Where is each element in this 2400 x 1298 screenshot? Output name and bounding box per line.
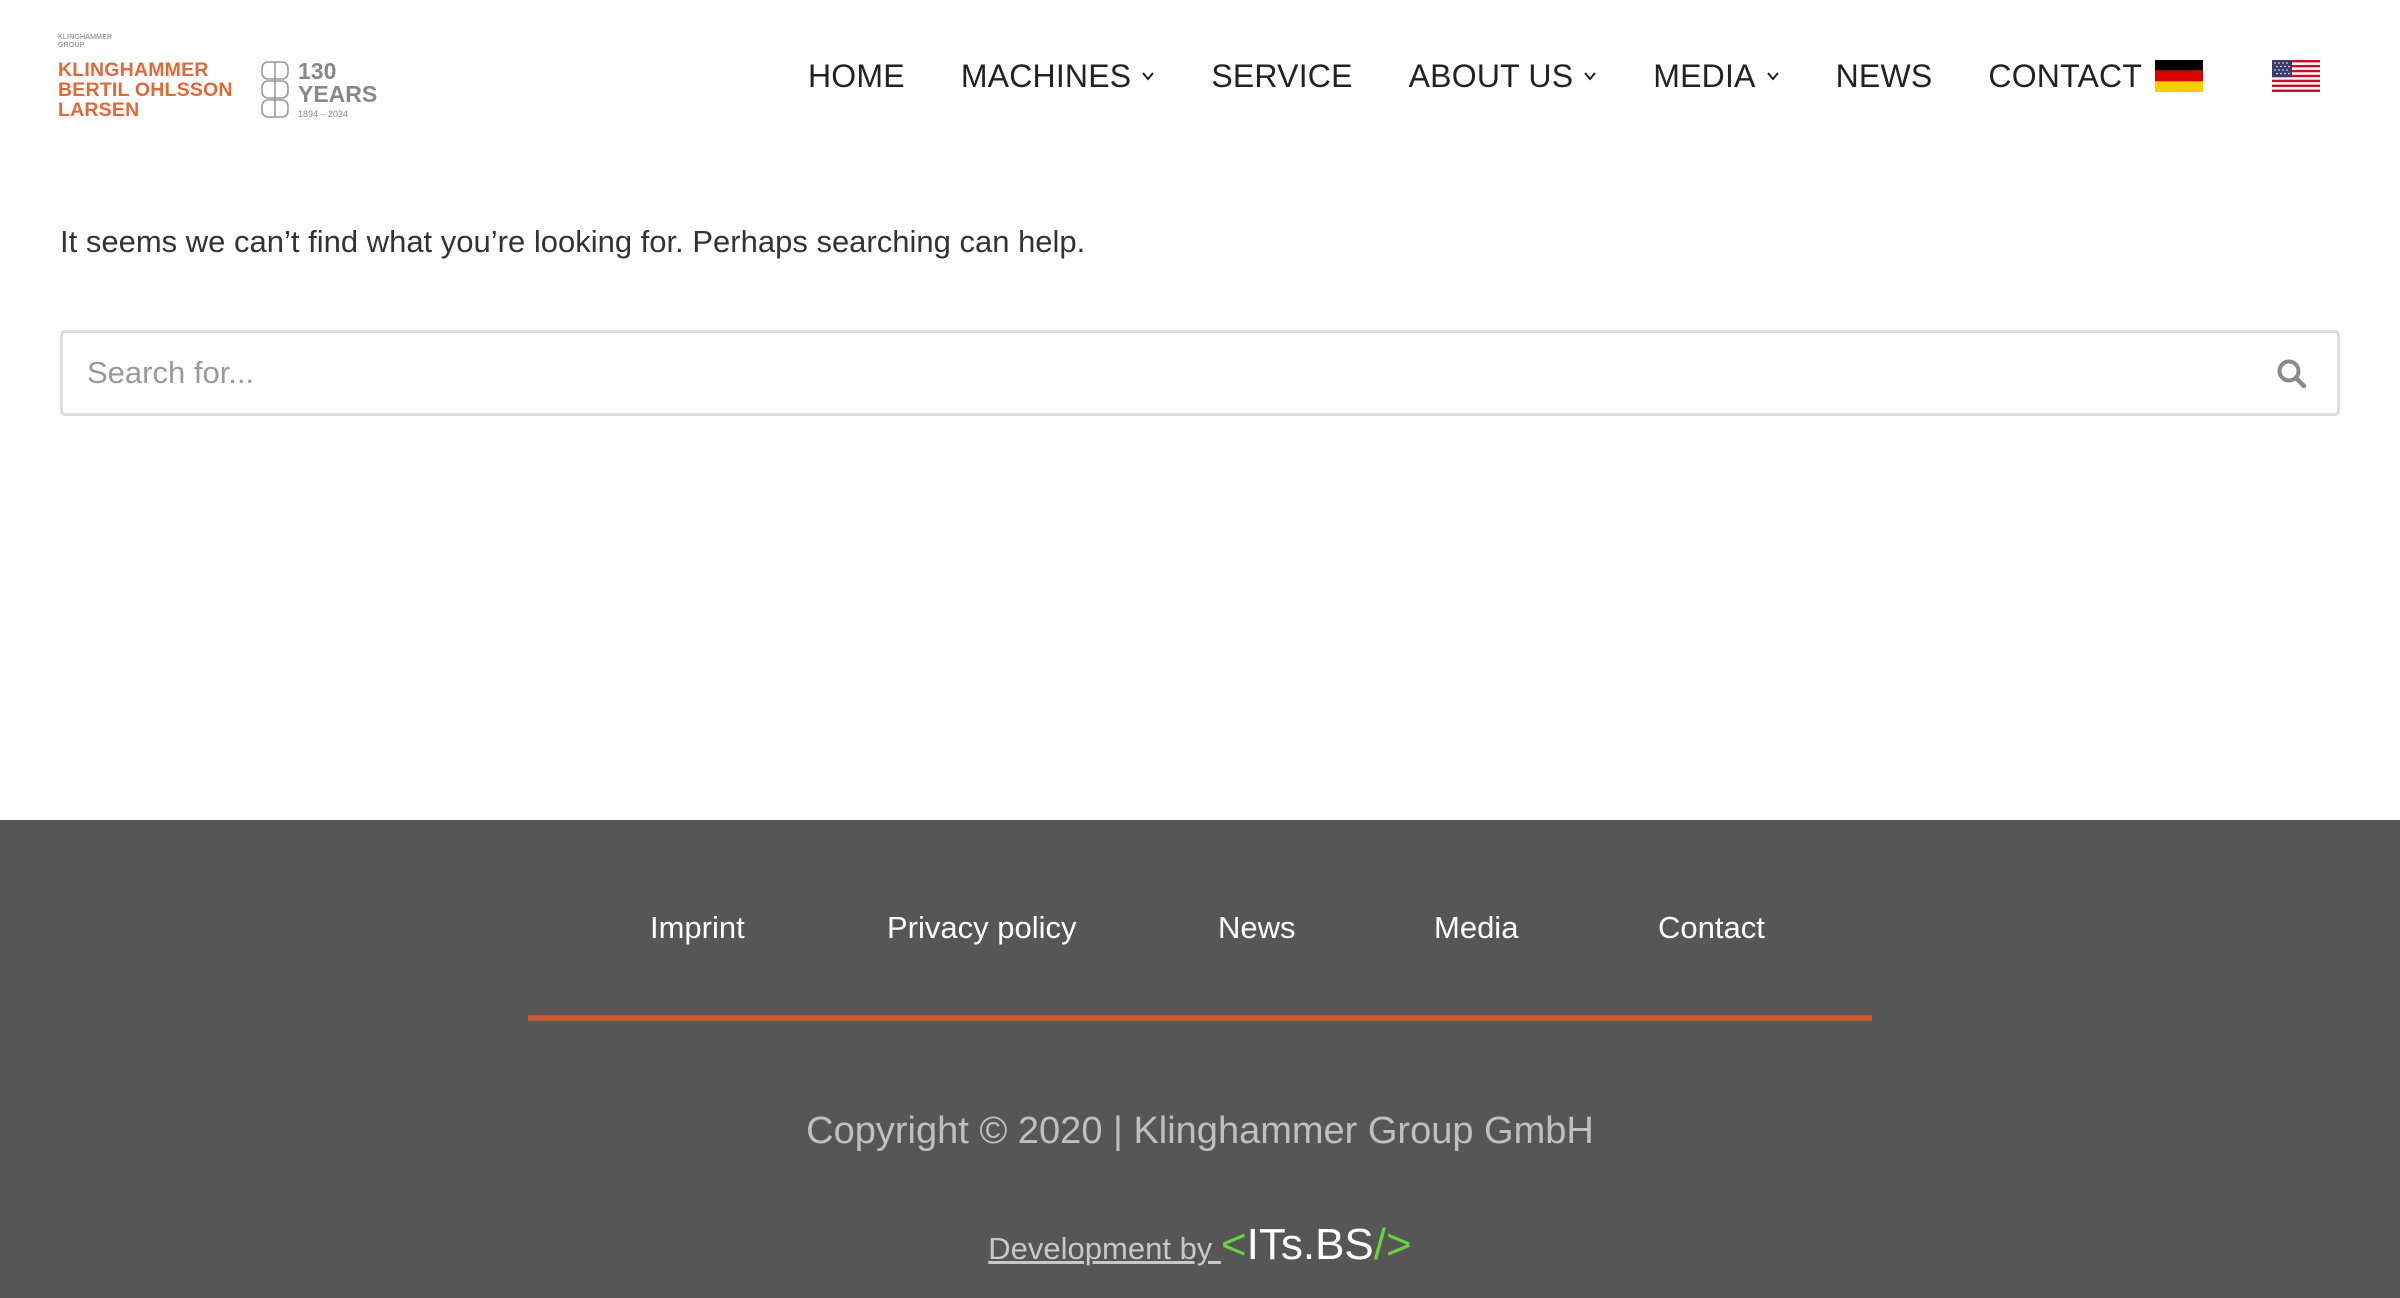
us-flag-icon[interactable] <box>2272 60 2320 92</box>
logo-line-3: LARSEN <box>58 99 140 121</box>
nav-item-media[interactable]: MEDIA <box>1653 58 1779 95</box>
developer-logo-open: < <box>1220 1220 1247 1269</box>
main-navigation: HOME MACHINES SERVICE ABOUT US MEDIA NEW… <box>808 56 2198 96</box>
footer-link-contact[interactable]: Contact <box>1658 910 1765 946</box>
anniversary-label: YEARS <box>298 81 378 107</box>
logo-company-name: KLINGHAMMER BERTIL OHLSSON LARSEN <box>58 60 248 120</box>
search-input[interactable] <box>87 333 2247 413</box>
footer-links: Imprint Privacy policy News Media Contac… <box>0 910 2400 950</box>
developer-credit-link[interactable]: Development by <box>988 1231 1221 1266</box>
nav-item-label: HOME <box>808 57 905 94</box>
nav-item-label: SERVICE <box>1211 57 1353 94</box>
footer-divider <box>528 1015 1872 1021</box>
footer-link-privacy-policy[interactable]: Privacy policy <box>887 910 1077 946</box>
nav-item-news[interactable]: NEWS <box>1836 58 1933 95</box>
logo-group-text: KLINGHAMMER GROUP <box>58 34 113 49</box>
developer-logo-name: ITs.BS <box>1246 1220 1374 1269</box>
logo-line-1: KLINGHAMMER <box>58 59 209 81</box>
developer-logo-close: /> <box>1373 1220 1412 1269</box>
developer-logo[interactable]: <ITs.BS/> <box>1221 1220 1412 1269</box>
nav-item-label: CONTACT <box>1988 57 2143 94</box>
anniversary-rings-icon <box>261 61 289 118</box>
nav-item-contact[interactable]: CONTACT <box>1988 58 2142 95</box>
footer-link-media[interactable]: Media <box>1434 910 1518 946</box>
anniversary-range: 1894 – 2024 <box>298 109 349 119</box>
anniversary-number: 130 <box>298 58 337 84</box>
site-header: KLINGHAMMER GROUP KLINGHAMMER BERTIL OHL… <box>0 0 2400 160</box>
chevron-down-icon <box>1142 72 1155 81</box>
nav-item-about-us[interactable]: ABOUT US <box>1409 58 1598 95</box>
not-found-message: It seems we can’t find what you’re looki… <box>60 224 1086 259</box>
german-flag-icon[interactable] <box>2155 60 2203 92</box>
footer-link-imprint[interactable]: Imprint <box>650 910 745 946</box>
anniversary-badge: 130 YEARS 1894 – 2024 <box>298 60 377 120</box>
nav-item-label: ABOUT US <box>1408 57 1574 94</box>
site-logo[interactable]: KLINGHAMMER GROUP KLINGHAMMER BERTIL OHL… <box>58 34 388 126</box>
nav-item-home[interactable]: HOME <box>808 58 905 95</box>
nav-item-label: NEWS <box>1835 57 1933 94</box>
search-form <box>60 330 2340 416</box>
chevron-down-icon <box>1584 72 1597 81</box>
developer-credit: Development by <ITs.BS/> <box>0 1220 2400 1270</box>
chevron-down-icon <box>1766 72 1779 81</box>
site-footer: Imprint Privacy policy News Media Contac… <box>0 820 2400 1298</box>
search-icon[interactable] <box>2275 357 2309 391</box>
logo-line-2: BERTIL OHLSSON <box>58 79 233 101</box>
nav-item-label: MEDIA <box>1653 57 1756 94</box>
nav-item-service[interactable]: SERVICE <box>1211 58 1352 95</box>
nav-item-label: MACHINES <box>960 57 1132 94</box>
nav-item-machines[interactable]: MACHINES <box>961 58 1156 95</box>
copyright-text: Copyright © 2020 | Klinghammer Group Gmb… <box>806 1110 1594 1152</box>
footer-link-news[interactable]: News <box>1218 910 1296 946</box>
